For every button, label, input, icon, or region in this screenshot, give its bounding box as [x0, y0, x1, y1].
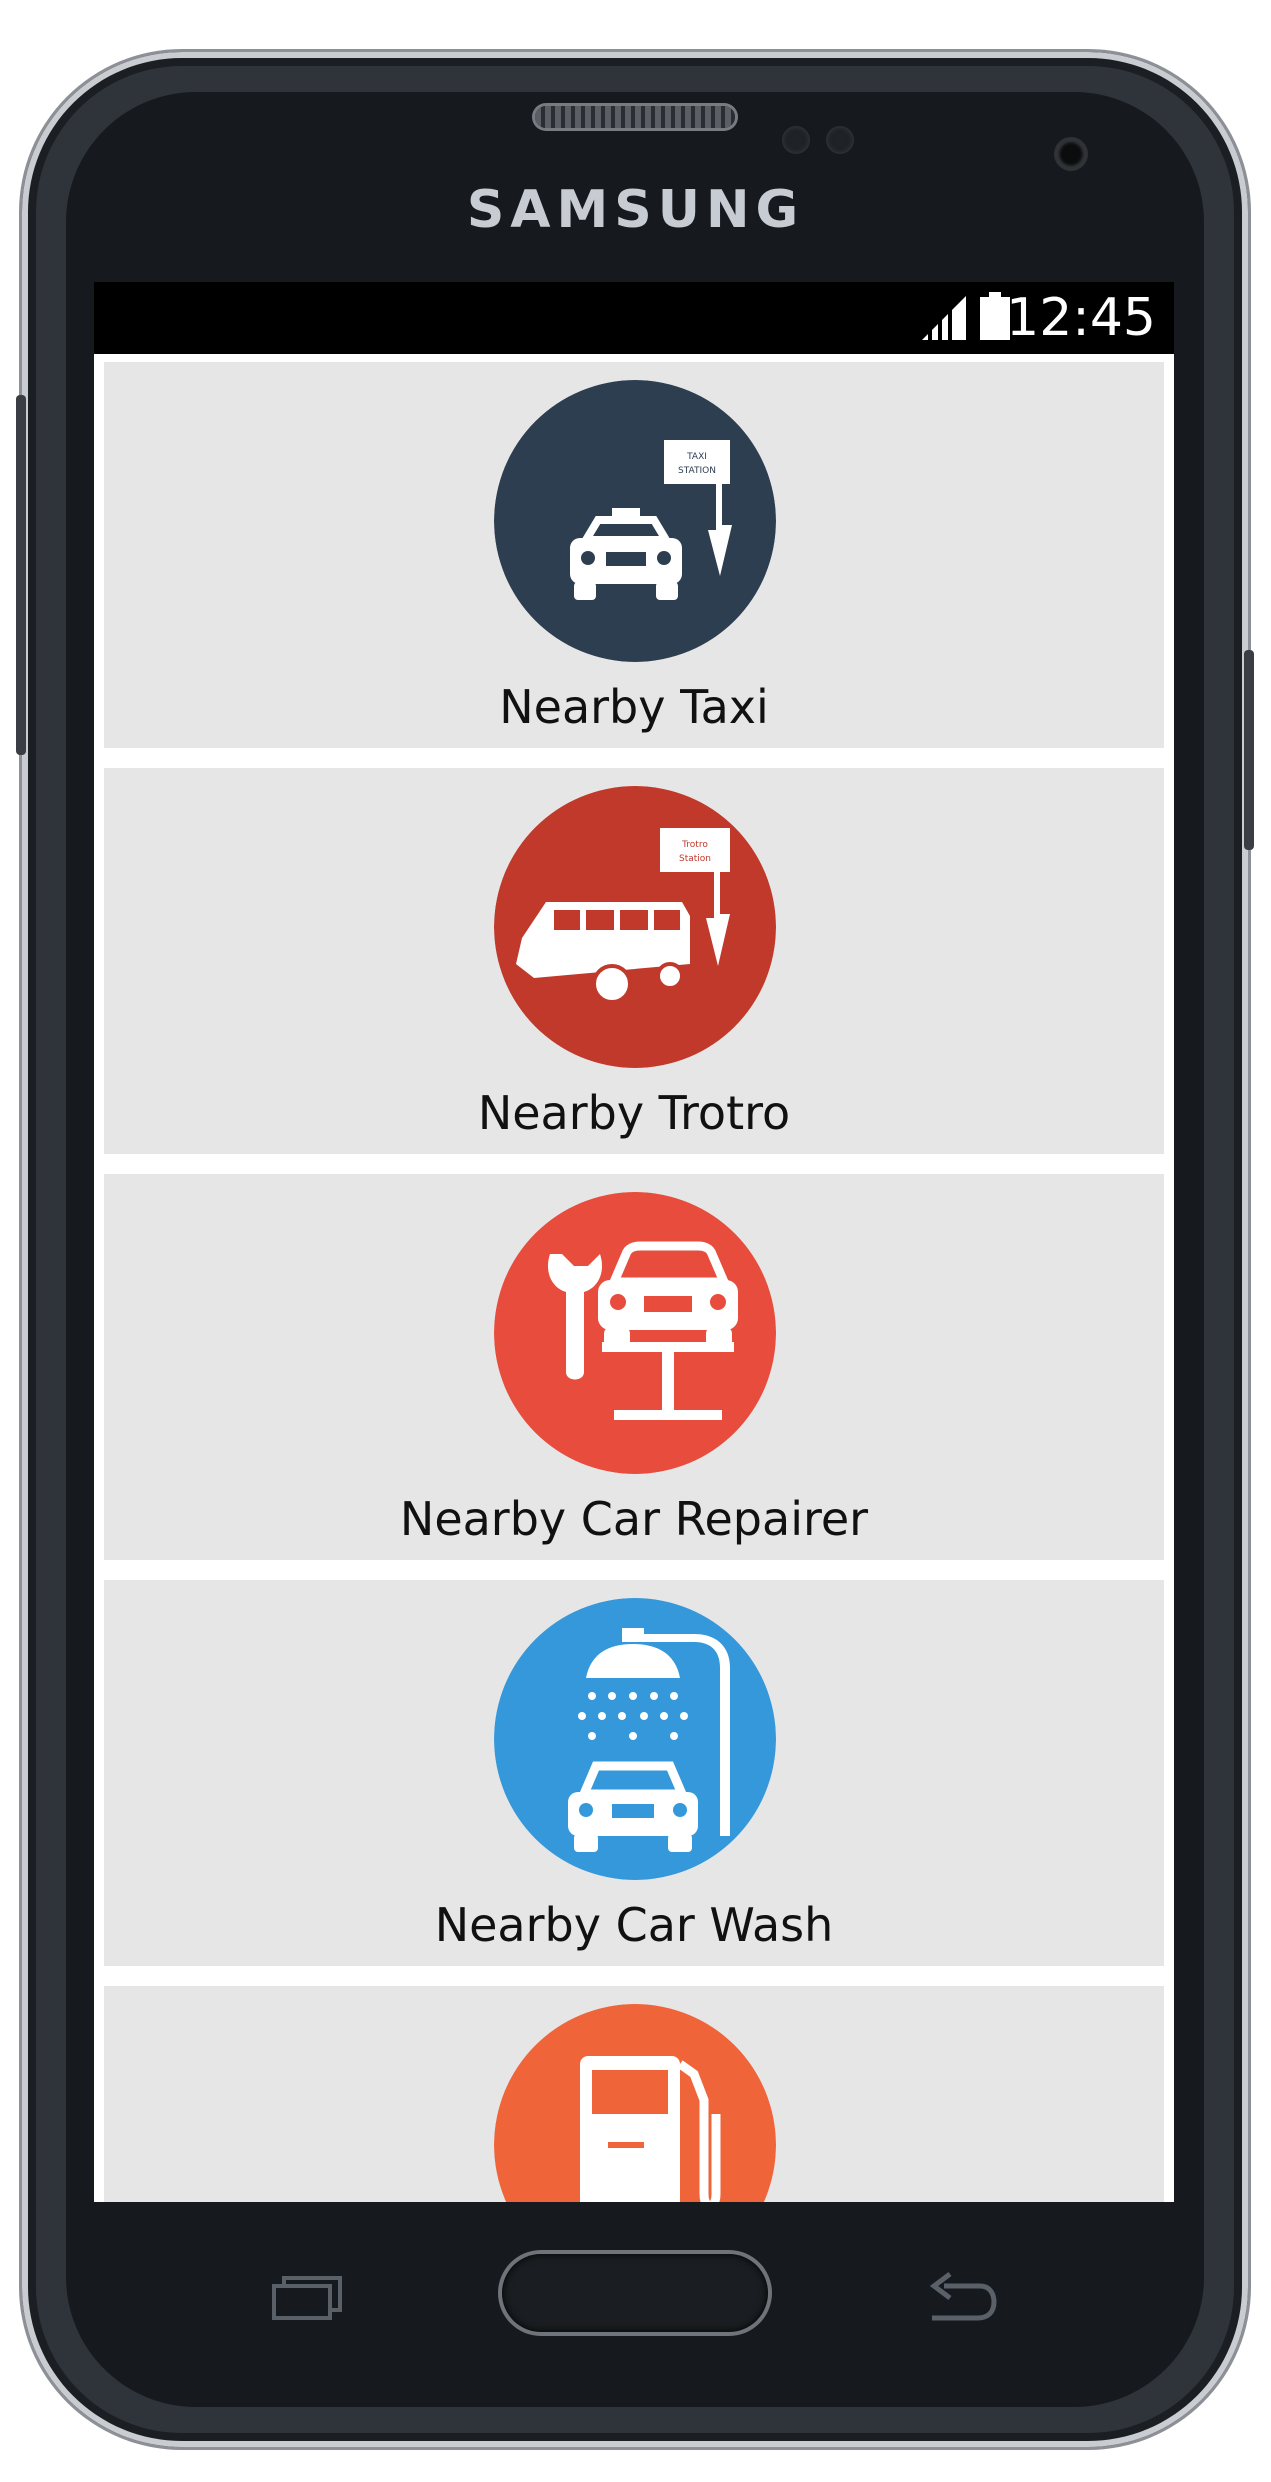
brand-logo: SAMSUNG — [466, 180, 805, 240]
status-bar: 12:45 — [94, 282, 1174, 354]
list-item-nearby-fuel-station[interactable] — [104, 1986, 1164, 2202]
list-item-nearby-car-repairer[interactable]: Nearby Car Repairer — [104, 1174, 1164, 1560]
list-item-nearby-taxi[interactable]: TAXI STATION Nearby Taxi — [104, 362, 1164, 748]
status-time: 12:45 — [1006, 288, 1156, 348]
home-button[interactable] — [502, 2254, 768, 2332]
car-wash-icon — [494, 1598, 776, 1880]
item-label: Nearby Car Wash — [434, 1898, 834, 1952]
svg-text:STATION: STATION — [678, 466, 716, 476]
power-button[interactable] — [1244, 650, 1254, 850]
item-label: Nearby Taxi — [499, 680, 769, 734]
volume-button[interactable] — [16, 395, 26, 755]
earpiece-speaker — [535, 106, 735, 128]
trotro-station-icon: Trotro Station — [494, 786, 776, 1068]
light-sensor — [826, 126, 854, 154]
fuel-station-icon — [494, 2004, 776, 2202]
front-camera — [1058, 141, 1084, 167]
svg-text:TAXI: TAXI — [686, 452, 707, 462]
taxi-station-icon: TAXI STATION — [494, 380, 776, 662]
svg-text:Station: Station — [679, 854, 711, 864]
back-icon[interactable] — [926, 2272, 998, 2324]
item-label: Nearby Trotro — [477, 1086, 791, 1140]
screen: 12:45 TAXI STATION Nearby Taxi Trotro St… — [94, 282, 1174, 2202]
signal-icon — [922, 296, 966, 340]
service-list[interactable]: TAXI STATION Nearby Taxi Trotro Station … — [104, 362, 1164, 2202]
list-item-nearby-car-wash[interactable]: Nearby Car Wash — [104, 1580, 1164, 1966]
proximity-sensor — [782, 126, 810, 154]
svg-text:Trotro: Trotro — [681, 840, 708, 850]
list-item-nearby-trotro[interactable]: Trotro Station Nearby Trotro — [104, 768, 1164, 1154]
car-repair-icon — [494, 1192, 776, 1474]
recent-apps-icon[interactable] — [270, 2276, 346, 2320]
item-label: Nearby Car Repairer — [399, 1492, 869, 1546]
